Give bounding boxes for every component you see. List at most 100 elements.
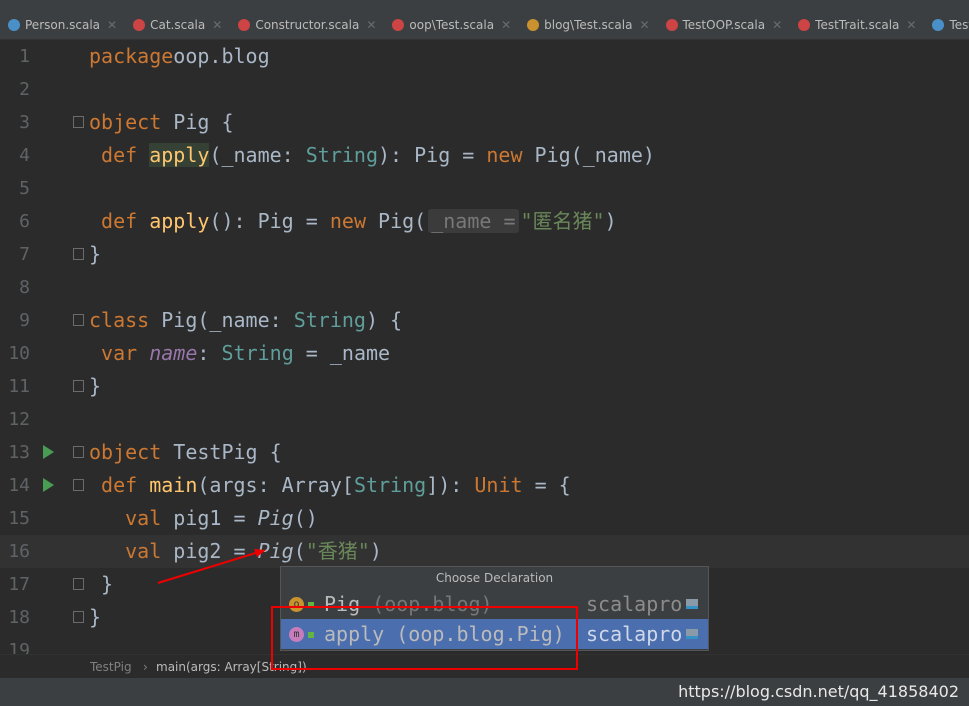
code-token: } bbox=[89, 374, 102, 398]
close-icon[interactable]: ✕ bbox=[501, 18, 511, 32]
tab-label: Cat.scala bbox=[150, 18, 206, 32]
fold-icon[interactable] bbox=[73, 380, 84, 392]
code-line[interactable]: 15 val pig1 = Pig() bbox=[0, 502, 969, 535]
breadcrumb-separator: › bbox=[143, 660, 148, 674]
scala-object-icon bbox=[527, 19, 540, 31]
code-text: object TestPig { bbox=[89, 436, 282, 469]
fold-icon[interactable] bbox=[73, 248, 84, 260]
tab-1[interactable]: Cat.scala ✕ bbox=[125, 10, 230, 39]
code-token: = _name bbox=[293, 341, 391, 365]
fold-icon[interactable] bbox=[73, 479, 84, 491]
line-number: 12 bbox=[8, 409, 30, 430]
tab-label: oop\Test.scala bbox=[409, 18, 495, 32]
code-text: val pig1 = Pig() bbox=[89, 502, 318, 535]
line-number: 3 bbox=[19, 112, 30, 133]
code-line[interactable]: 8 bbox=[0, 271, 969, 304]
code-line[interactable]: 14 def main(args: Array[String]): Unit =… bbox=[0, 469, 969, 502]
code-token: def bbox=[101, 209, 138, 233]
code-token: Pig( bbox=[365, 209, 427, 233]
fold-icon[interactable] bbox=[73, 578, 84, 590]
code-token: Pig(_name: bbox=[149, 308, 294, 332]
tab-label: TestA bbox=[949, 18, 969, 32]
code-token: object bbox=[89, 110, 162, 134]
watermark: https://blog.csdn.net/qq_41858402 bbox=[678, 682, 959, 701]
code-token: String bbox=[305, 143, 379, 167]
line-number: 14 bbox=[8, 475, 30, 496]
line-number: 15 bbox=[8, 508, 30, 529]
run-icon[interactable] bbox=[43, 445, 54, 459]
code-text: } bbox=[89, 370, 101, 403]
tab-5[interactable]: TestOOP.scala ✕ bbox=[658, 10, 791, 39]
item-module: scalapro bbox=[586, 622, 683, 646]
code-text: packageoop.blog bbox=[89, 40, 270, 73]
code-token: Unit bbox=[474, 473, 523, 497]
code-token: TestPig { bbox=[161, 440, 282, 464]
tab-7[interactable]: TestA bbox=[924, 10, 969, 39]
code-line[interactable]: 3 object Pig { bbox=[0, 106, 969, 139]
code-line[interactable]: 5 bbox=[0, 172, 969, 205]
code-line[interactable]: 12 bbox=[0, 403, 969, 436]
line-number: 2 bbox=[19, 79, 30, 100]
close-icon[interactable]: ✕ bbox=[639, 18, 649, 32]
code-line[interactable]: 4 def apply(_name: String): Pig = new Pi… bbox=[0, 139, 969, 172]
line-number: 18 bbox=[8, 607, 30, 628]
code-text: } bbox=[89, 238, 101, 271]
code-token: String bbox=[293, 308, 366, 332]
line-number: 5 bbox=[19, 178, 30, 199]
tab-3[interactable]: oop\Test.scala ✕ bbox=[384, 10, 519, 39]
close-icon[interactable]: ✕ bbox=[366, 18, 376, 32]
close-icon[interactable]: ✕ bbox=[212, 18, 222, 32]
tab-6[interactable]: TestTrait.scala ✕ bbox=[790, 10, 924, 39]
line-number: 7 bbox=[19, 244, 30, 265]
line-number: 16 bbox=[8, 541, 30, 562]
popup-title: Choose Declaration bbox=[435, 571, 554, 585]
close-icon[interactable]: ✕ bbox=[906, 18, 916, 32]
fold-icon[interactable] bbox=[73, 116, 84, 128]
code-token: = { bbox=[522, 473, 571, 497]
line-number: 1 bbox=[19, 46, 30, 67]
scala-file-icon bbox=[798, 19, 811, 31]
code-line[interactable]: 10 var name: String = _name bbox=[0, 337, 969, 370]
code-line[interactable]: 11} bbox=[0, 370, 969, 403]
title-strip bbox=[0, 0, 969, 10]
editor-tabs: Person.scala ✕ Cat.scala ✕ Constructor.scala… bbox=[0, 10, 969, 40]
tab-0[interactable]: Person.scala ✕ bbox=[0, 10, 125, 39]
code-line[interactable]: 9 class Pig(_name: String) { bbox=[0, 304, 969, 337]
fold-icon[interactable] bbox=[73, 446, 84, 458]
code-text: object Pig { bbox=[89, 106, 234, 139]
code-token: ) bbox=[604, 209, 617, 233]
code-token: def bbox=[101, 473, 138, 497]
code-line[interactable]: 13 object TestPig { bbox=[0, 436, 969, 469]
fold-icon[interactable] bbox=[73, 611, 84, 623]
breadcrumb-item-testpig[interactable]: TestPig bbox=[90, 655, 132, 679]
tab-2[interactable]: Constructor.scala ✕ bbox=[230, 10, 384, 39]
module-folder-icon bbox=[686, 599, 698, 609]
code-line[interactable]: 1 packageoop.blog bbox=[0, 40, 969, 73]
code-token: Pig { bbox=[161, 110, 234, 134]
code-text: } bbox=[89, 601, 101, 634]
code-line[interactable]: 7} bbox=[0, 238, 969, 271]
close-icon[interactable]: ✕ bbox=[772, 18, 782, 32]
code-token: : bbox=[197, 341, 222, 365]
close-icon[interactable]: ✕ bbox=[107, 18, 117, 32]
code-line[interactable]: 2 bbox=[0, 73, 969, 106]
code-line[interactable]: 16 val pig2 = Pig("香猪") bbox=[0, 535, 969, 568]
code-text: def apply(_name: String): Pig = new Pig(… bbox=[89, 139, 655, 172]
code-line[interactable]: 6 def apply(): Pig = new Pig(_name = "匿名猪… bbox=[0, 205, 969, 238]
tab-4[interactable]: blog\Test.scala ✕ bbox=[519, 10, 657, 39]
code-token: package bbox=[89, 44, 174, 68]
code-token: ( bbox=[293, 539, 306, 563]
code-token: val bbox=[125, 506, 162, 530]
line-number: 9 bbox=[19, 310, 30, 331]
status-bar: https://blog.csdn.net/qq_41858402 bbox=[0, 678, 969, 706]
item-module: scalapro bbox=[586, 592, 683, 616]
code-token: (_name: bbox=[209, 143, 306, 167]
tab-label: Constructor.scala bbox=[255, 18, 360, 32]
code-editor[interactable]: 1 packageoop.blog 2 3 object Pig {4 def appl… bbox=[0, 40, 969, 654]
run-icon[interactable] bbox=[43, 478, 54, 492]
fold-icon[interactable] bbox=[73, 314, 84, 326]
